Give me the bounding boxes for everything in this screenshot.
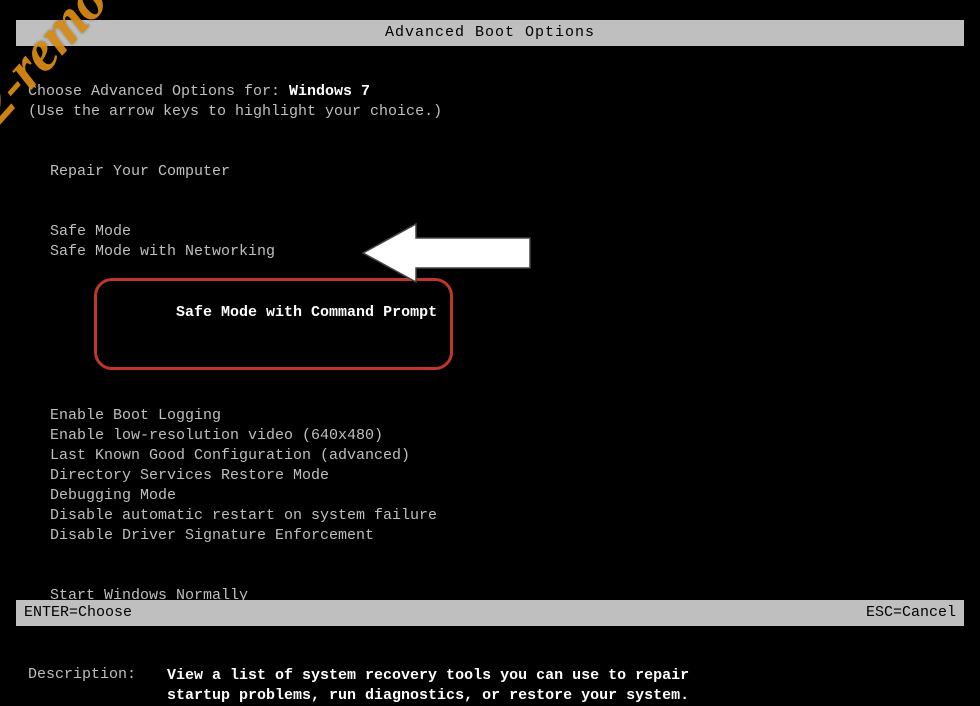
title-text: Advanced Boot Options	[385, 24, 595, 41]
hint-line: (Use the arrow keys to highlight your ch…	[28, 102, 952, 122]
annotation-circle	[94, 278, 453, 370]
menu-safe-mode-cmd-label: Safe Mode with Command Prompt	[176, 304, 437, 321]
menu-disable-sig-enforcement[interactable]: Disable Driver Signature Enforcement	[50, 526, 952, 546]
menu-enable-boot-logging[interactable]: Enable Boot Logging	[50, 406, 952, 426]
footer-enter: ENTER=Choose	[24, 600, 132, 626]
menu-last-known-good[interactable]: Last Known Good Configuration (advanced)	[50, 446, 952, 466]
menu-safe-mode[interactable]: Safe Mode	[50, 222, 952, 242]
menu-repair-your-computer[interactable]: Repair Your Computer	[50, 162, 952, 182]
menu-safe-mode-command-prompt[interactable]: Safe Mode with Command Prompt	[50, 262, 952, 386]
menu-debugging-mode[interactable]: Debugging Mode	[50, 486, 952, 506]
menu-safe-mode-networking[interactable]: Safe Mode with Networking	[50, 242, 952, 262]
description-section: Description: View a list of system recov…	[28, 666, 952, 706]
description-label: Description:	[28, 666, 158, 683]
menu-group-advanced: Enable Boot Logging Enable low-resolutio…	[50, 406, 952, 546]
menu-disable-auto-restart[interactable]: Disable automatic restart on system fail…	[50, 506, 952, 526]
footer-esc: ESC=Cancel	[866, 600, 956, 626]
title-bar: Advanced Boot Options	[16, 20, 964, 46]
choose-line: Choose Advanced Options for: Windows 7	[28, 82, 952, 102]
menu-low-res-video[interactable]: Enable low-resolution video (640x480)	[50, 426, 952, 446]
description-text: View a list of system recovery tools you…	[167, 666, 689, 706]
os-name: Windows 7	[289, 83, 370, 100]
menu-directory-services-restore[interactable]: Directory Services Restore Mode	[50, 466, 952, 486]
menu-group-repair: Repair Your Computer	[50, 162, 952, 182]
footer-bar: ENTER=Choose ESC=Cancel	[16, 600, 964, 626]
menu-group-safe: Safe Mode Safe Mode with Networking Safe…	[50, 222, 952, 386]
